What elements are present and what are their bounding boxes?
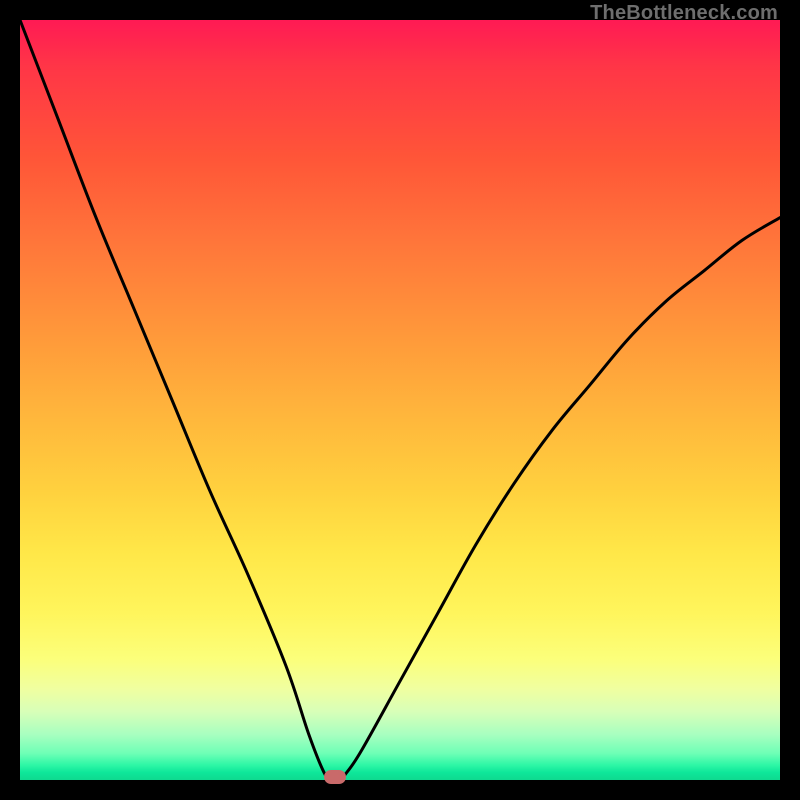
minimum-marker	[324, 770, 346, 784]
watermark-label: TheBottleneck.com	[590, 2, 778, 25]
curve-svg	[20, 20, 780, 780]
chart-frame: TheBottleneck.com	[0, 0, 800, 800]
bottleneck-curve	[20, 20, 780, 780]
